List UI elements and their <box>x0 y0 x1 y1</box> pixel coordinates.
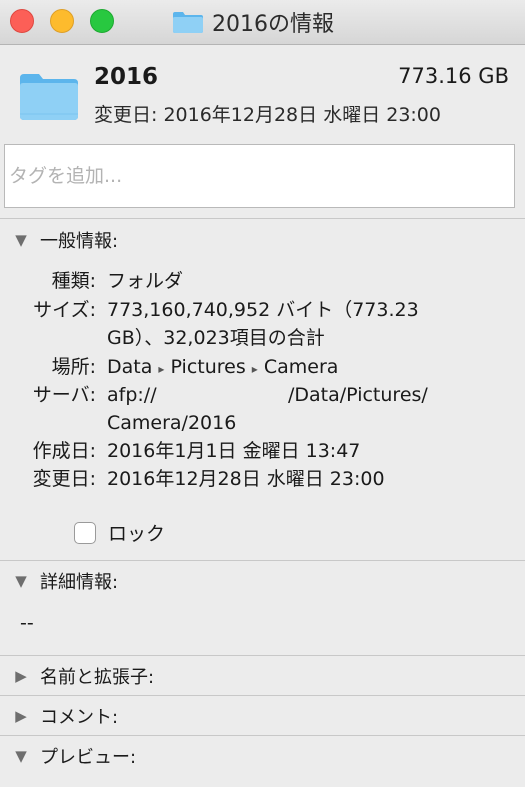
divider <box>0 695 525 696</box>
section-title: 名前と拡張子: <box>40 667 155 688</box>
created-row: 作成日: 2016年1月1日 金曜日 13:47 <box>0 437 525 465</box>
path-segment: Pictures <box>170 356 246 378</box>
field-value: afp:// <box>107 384 157 406</box>
field-label: 変更日: <box>32 468 96 490</box>
tags-field[interactable] <box>4 144 515 208</box>
disclosure-expanded-icon: ▼ <box>15 231 27 249</box>
kind-row: 種類: フォルダ <box>0 267 525 295</box>
field-value: 2016年1月1日 金曜日 13:47 <box>107 440 361 462</box>
field-label: 種類: <box>51 270 96 292</box>
disclosure-collapsed-icon: ▶ <box>15 707 27 725</box>
zoom-button[interactable] <box>90 9 114 33</box>
field-value: 773,160,740,952 バイト（773.23 <box>107 299 419 321</box>
disclosure-expanded-icon: ▼ <box>15 747 27 765</box>
folder-icon <box>173 12 203 33</box>
divider <box>0 735 525 736</box>
path-breadcrumb: Data ▸ Pictures ▸ Camera <box>107 353 338 383</box>
more-info-section-toggle[interactable]: ▼ 詳細情報: <box>12 567 118 595</box>
lock-checkbox-row[interactable]: ロック <box>74 519 165 546</box>
field-label: 場所: <box>51 356 96 378</box>
field-label: 作成日: <box>32 440 96 462</box>
path-arrow-icon: ▸ <box>251 362 258 376</box>
comments-section-toggle[interactable]: ▶ コメント: <box>12 702 118 730</box>
general-section-toggle[interactable]: ▼ 一般情報: <box>12 226 118 254</box>
info-header: 2016 773.16 GB 変更日: 2016年12月28日 水曜日 23:0… <box>0 44 525 140</box>
field-value: 2016年12月28日 水曜日 23:00 <box>107 468 385 490</box>
field-value: フォルダ <box>107 270 184 292</box>
server-row: サーバ: afp:// /Data/Pictures/ Camera/2016 <box>0 381 525 437</box>
item-modified-date: 変更日: 2016年12月28日 水曜日 23:00 <box>94 104 441 126</box>
folder-icon <box>20 74 78 120</box>
more-info-value: -- <box>20 612 34 634</box>
section-title: 詳細情報: <box>40 572 119 593</box>
where-row: 場所: Data ▸ Pictures ▸ Camera <box>0 353 525 381</box>
name-extension-section-toggle[interactable]: ▶ 名前と拡張子: <box>12 662 154 690</box>
disclosure-collapsed-icon: ▶ <box>15 667 27 685</box>
minimize-button[interactable] <box>50 9 74 33</box>
size-row: サイズ: 773,160,740,952 バイト（773.23 GB）、32,0… <box>0 296 525 352</box>
modified-row: 変更日: 2016年12月28日 水曜日 23:00 <box>0 465 525 493</box>
field-label: サーバ: <box>32 384 96 406</box>
disclosure-expanded-icon: ▼ <box>15 572 27 590</box>
field-label: サイズ: <box>33 299 96 321</box>
preview-section-toggle[interactable]: ▼ プレビュー: <box>12 742 136 770</box>
field-value: Camera/2016 <box>107 412 237 434</box>
divider <box>0 560 525 561</box>
lock-label: ロック <box>108 523 166 545</box>
field-value: /Data/Pictures/ <box>288 384 428 406</box>
section-title: 一般情報: <box>40 231 119 252</box>
window-title: 2016の情報 <box>172 6 334 38</box>
path-arrow-icon: ▸ <box>158 362 165 376</box>
item-size: 773.16 GB <box>398 64 509 88</box>
path-segment: Data <box>107 356 153 378</box>
divider <box>0 218 525 219</box>
path-segment: Camera <box>263 356 339 378</box>
divider <box>0 655 525 656</box>
section-title: プレビュー: <box>40 747 137 768</box>
title-bar: 2016の情報 <box>0 0 525 45</box>
section-title: コメント: <box>40 707 119 728</box>
close-button[interactable] <box>10 9 34 33</box>
window-title-text: 2016の情報 <box>212 12 334 37</box>
item-name: 2016 <box>94 64 159 90</box>
lock-checkbox[interactable] <box>74 521 96 544</box>
field-value: GB）、32,023項目の合計 <box>107 327 325 349</box>
